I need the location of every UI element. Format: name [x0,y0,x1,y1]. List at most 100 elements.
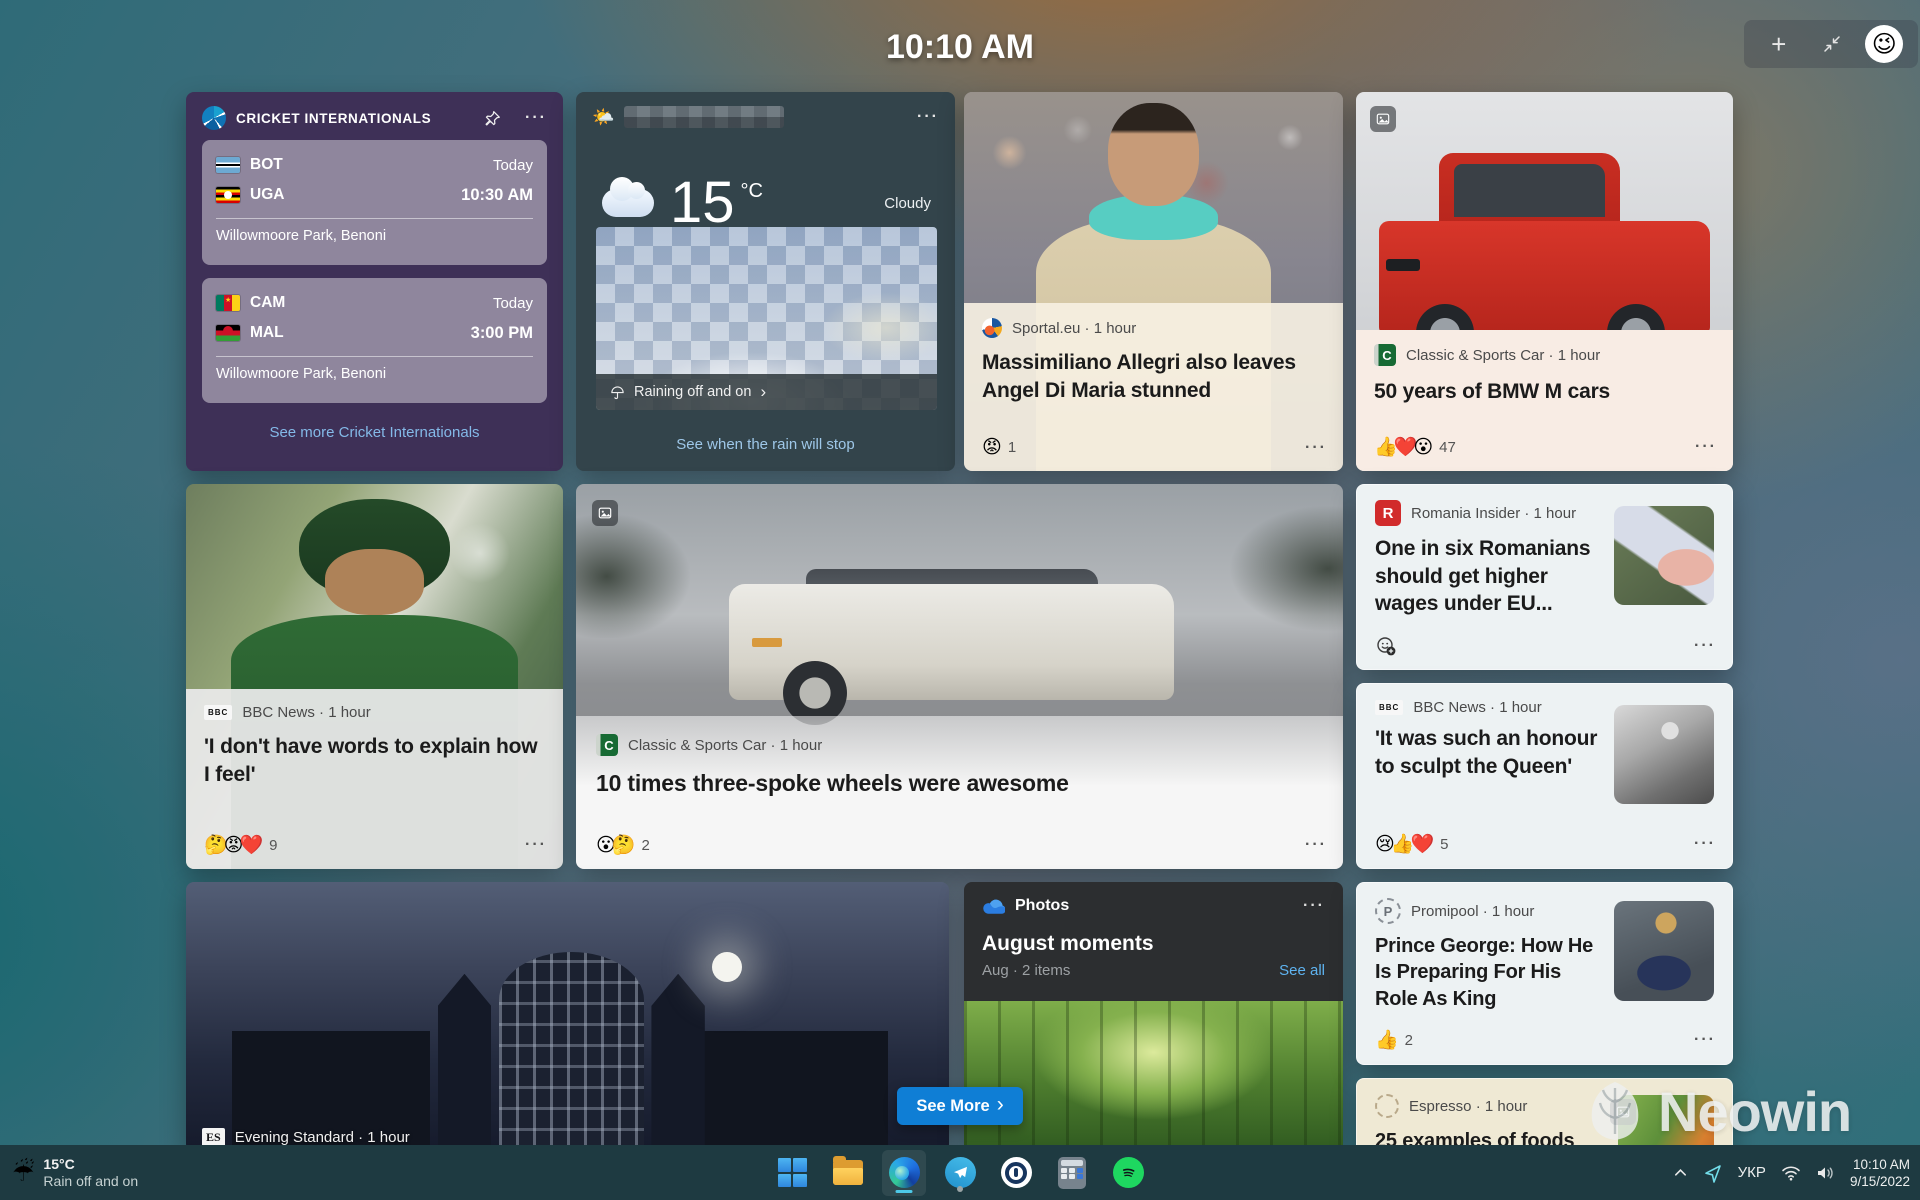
article-title: 50 years of BMW M cars [1374,380,1611,403]
reaction-emojis[interactable]: 👍❤️😮 [1374,435,1433,459]
article-source: Classic & Sports Car · 1 hour [1406,346,1601,364]
card-more-button[interactable]: ··· [525,836,547,854]
see-more-label: See More [916,1096,990,1115]
1password-button[interactable] [994,1150,1038,1196]
telegram-icon [944,1157,976,1188]
rain-status-bar[interactable]: Raining off and on › [596,374,937,410]
news-card-prince-george[interactable]: P Promipool · 1 hour Prince George: How … [1356,882,1733,1065]
sun-cloud-icon: 🌤️ [592,106,615,127]
pin-icon[interactable] [484,110,501,127]
flag-botswana [216,157,240,173]
reaction-count: 2 [1404,1031,1414,1049]
photo-shape [689,1030,888,1152]
article-thumbnail [1614,506,1714,605]
news-card-bmw[interactable]: C Classic & Sports Car · 1 hour 50 years… [1356,92,1733,471]
article-title: 10 times three-spoke wheels were awesome [596,770,1069,796]
1password-icon [1000,1157,1032,1188]
card-more-button[interactable]: ··· [1695,438,1717,456]
news-card-three-spoke-wheels[interactable]: C Classic & Sports Car · 1 hour 10 times… [576,484,1343,869]
weather-widget[interactable]: 🌤️ ··· 15 °C Cloudy Raining off and on ›… [576,92,955,471]
rain-radar-map[interactable]: Raining off and on › [596,227,937,410]
reaction-emojis[interactable]: 👍 [1375,1028,1399,1052]
wifi-icon[interactable] [1781,1165,1801,1181]
sportal-logo-icon [982,318,1002,338]
see-more-button[interactable]: See More › [897,1087,1023,1125]
reaction-emojis[interactable]: 😢👍❤️ [1375,832,1434,856]
article-thumbnail [1614,901,1714,1001]
taskbar-weather-button[interactable]: ☔ 15°C Rain off and on [12,1145,138,1200]
news-card-bbc-cricket[interactable]: BBC BBC News · 1 hour 'I don't have word… [186,484,563,869]
reaction-emojis[interactable]: 🤔😡❤️ [204,833,263,857]
image-gallery-icon [1610,1099,1636,1125]
card-more-button[interactable]: ··· [1694,1031,1716,1049]
photo-shape [325,549,424,615]
photos-more-button[interactable]: ··· [1303,897,1325,915]
article-title: Prince George: How He Is Preparing For H… [1375,935,1594,1010]
taskbar: ☔ 15°C Rain off and on УКР 10:10 AM 9/15… [0,1145,1920,1200]
onedrive-cloud-icon [983,899,1005,914]
weather-see-link[interactable]: See when the rain will stop [576,436,955,453]
cricket-widget-title: CRICKET INTERNATIONALS [236,110,432,126]
photo-shape [651,973,705,1152]
file-explorer-button[interactable] [826,1150,870,1196]
match-time: 10:30 AM [461,185,533,204]
article-title: One in six Romanians should get higher w… [1375,537,1591,616]
weather-more-button[interactable]: ··· [917,108,939,126]
cricket-more-button[interactable]: ··· [525,109,547,127]
taskbar-temperature: 15°C [43,1155,75,1172]
news-card-queen[interactable]: BBC BBC News · 1 hour 'It was such an ho… [1356,683,1733,869]
match-day: Today [492,294,533,312]
article-title: Massimiliano Allegri also leaves Angel D… [982,351,1296,402]
news-card-evening-standard[interactable]: ES Evening Standard · 1 hour [186,882,949,1152]
cricket-widget[interactable]: CRICKET INTERNATIONALS ··· BOT Today UGA… [186,92,563,471]
taskbar-clock[interactable]: 10:10 AM 9/15/2022 [1850,1156,1910,1190]
show-hidden-icons-button[interactable] [1673,1165,1688,1180]
start-button[interactable] [770,1150,814,1196]
news-card-romania[interactable]: R Romania Insider · 1 hour One in six Ro… [1356,484,1733,670]
promipool-logo: P [1375,898,1401,924]
avatar-memoji: 😉 [1871,30,1897,58]
folder-icon [833,1156,863,1185]
cricket-see-more-link[interactable]: See more Cricket Internationals [186,424,563,441]
telegram-button[interactable] [938,1150,982,1196]
add-reaction-icon[interactable] [1375,635,1397,657]
card-more-button[interactable]: ··· [1694,637,1716,655]
photo-shape [1108,103,1199,206]
card-more-button[interactable]: ··· [1305,439,1327,457]
spotify-button[interactable] [1106,1150,1150,1196]
album-photo[interactable] [964,1001,1343,1152]
cloud-icon [602,177,654,217]
espresso-logo [1375,1094,1399,1118]
image-gallery-icon [1370,106,1396,132]
article-title: 'It was such an honour to sculpt the Que… [1375,727,1598,778]
card-more-button[interactable]: ··· [1694,835,1716,853]
volume-icon[interactable] [1816,1165,1835,1181]
user-avatar[interactable]: 😉 [1865,25,1904,63]
location-in-use-icon[interactable] [1703,1163,1723,1183]
team-name: CAM [250,294,286,311]
reaction-emojis[interactable]: 😡 [982,436,1002,459]
reaction-emojis[interactable]: 😮🤔 [596,833,636,857]
keyboard-language[interactable]: УКР [1738,1164,1766,1181]
add-widget-button[interactable]: + [1759,24,1799,64]
reaction-count: 9 [269,836,278,854]
reaction-count: 47 [1439,438,1456,456]
collapse-panel-button[interactable] [1812,24,1852,64]
image-gallery-icon [592,500,618,526]
classic-sports-car-logo: C [596,734,618,756]
match-card[interactable]: CAM Today MAL 3:00 PM Willowmoore Park, … [202,278,547,403]
card-more-button[interactable]: ··· [1305,836,1327,854]
calculator-button[interactable] [1050,1150,1094,1196]
chevron-right-icon: › [760,382,767,401]
weather-condition: Cloudy [884,194,931,212]
reaction-count: 1 [1007,439,1017,456]
news-card-allegri[interactable]: Sportal.eu · 1 hour Massimiliano Allegri… [964,92,1343,471]
widgets-clock: 10:10 AM [885,28,1035,66]
article-source: Espresso · 1 hour [1409,1097,1528,1115]
team-name: UGA [250,186,285,203]
article-source: Evening Standard · 1 hour [234,1129,410,1146]
edge-button[interactable] [882,1149,926,1196]
match-card[interactable]: BOT Today UGA 10:30 AM Willowmoore Park,… [202,140,547,265]
flag-malawi [216,325,240,341]
see-all-link[interactable]: See all [1279,962,1325,979]
